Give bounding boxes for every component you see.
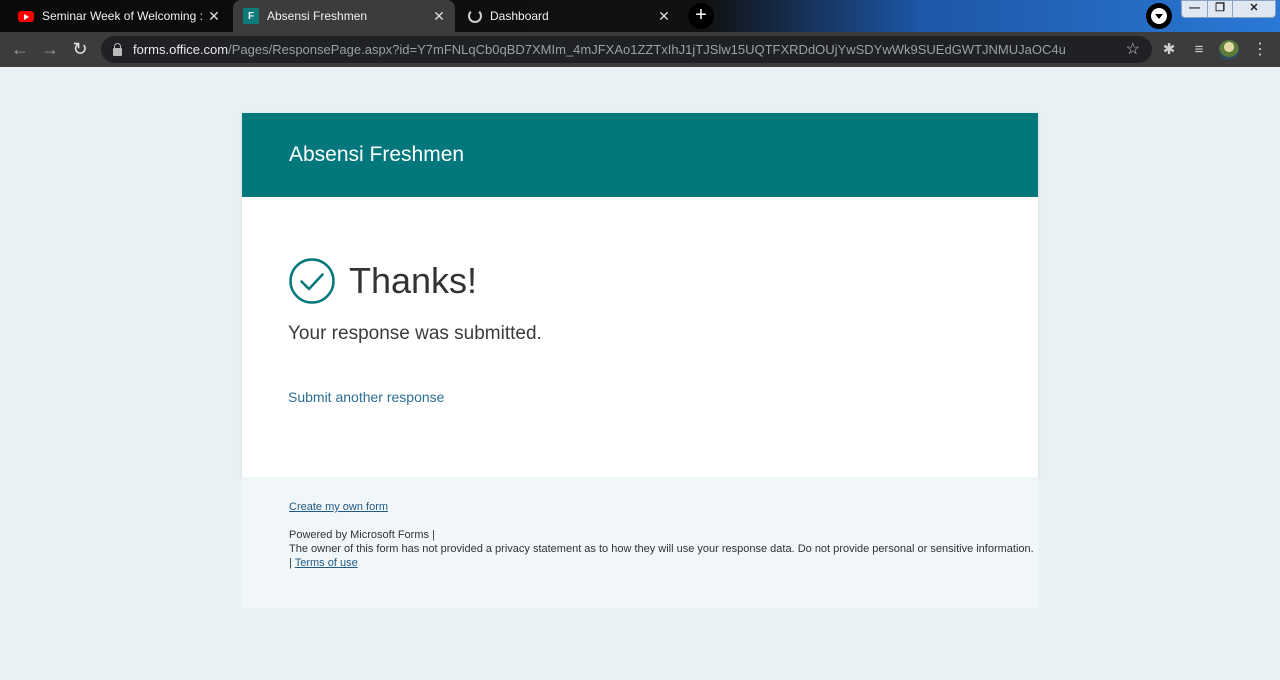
url-path: /Pages/ResponsePage.aspx?id=Y7mFNLqCb0qB…	[228, 42, 1066, 57]
form-title: Absensi Freshmen	[289, 143, 465, 166]
privacy-notice: The owner of this form has not provided …	[289, 543, 1034, 555]
window-restore-button[interactable]: ❐	[1207, 0, 1233, 18]
youtube-icon	[18, 10, 34, 22]
thanks-heading: Thanks!	[349, 260, 478, 301]
microsoft-forms-icon: F	[243, 8, 259, 24]
tab-close-icon[interactable]: ✕	[656, 8, 672, 25]
pipe-separator: |	[289, 557, 292, 569]
url-host: forms.office.com	[133, 42, 229, 57]
create-my-own-form-link[interactable]: Create my own form	[289, 501, 388, 513]
chevron-down-icon	[1151, 8, 1167, 24]
tab-search-button[interactable]	[1146, 3, 1172, 29]
back-arrow-icon[interactable]: ←	[8, 38, 32, 62]
tab-close-icon[interactable]: ✕	[431, 8, 447, 25]
profile-avatar[interactable]	[1219, 40, 1239, 60]
submission-confirmation: Your response was submitted.	[288, 323, 542, 344]
checkmark-circle-icon	[289, 258, 335, 304]
terms-row: | Terms of use	[289, 556, 1038, 570]
reload-icon[interactable]: ↻	[68, 38, 92, 62]
window-close-button[interactable]: ✕	[1232, 0, 1276, 18]
forward-arrow-icon[interactable]: →	[38, 38, 62, 62]
url-text[interactable]: forms.office.com/Pages/ResponsePage.aspx…	[133, 42, 1118, 57]
tab-dashboard[interactable]: Dashboard ✕	[458, 0, 680, 32]
form-footer: Create my own form Powered by Microsoft …	[242, 477, 1038, 608]
form-body: Thanks! Your response was submitted. Sub…	[242, 197, 1038, 407]
powered-by-text: Powered by Microsoft Forms |	[289, 529, 435, 541]
address-bar[interactable]: forms.office.com/Pages/ResponsePage.aspx…	[101, 36, 1152, 63]
form-header: Absensi Freshmen	[242, 113, 1038, 197]
tab-seminar-week[interactable]: Seminar Week of Welcoming : "U ✕	[8, 0, 230, 32]
bookmark-star-icon[interactable]: ☆	[1126, 39, 1140, 59]
more-menu-icon[interactable]: ⋮	[1250, 40, 1270, 60]
tab-label: Dashboard	[490, 9, 549, 23]
thanks-row: Thanks!	[288, 257, 1038, 305]
submit-another-response-link[interactable]: Submit another response	[288, 389, 444, 405]
media-control-icon[interactable]: ≡	[1189, 40, 1209, 60]
window-minimize-button[interactable]: —	[1181, 0, 1208, 18]
tab-label: Seminar Week of Welcoming : "U	[42, 9, 206, 23]
tab-close-icon[interactable]: ✕	[206, 8, 222, 25]
loading-spinner-icon	[468, 9, 482, 23]
new-tab-button[interactable]: +	[688, 3, 714, 29]
terms-of-use-link[interactable]: Terms of use	[295, 557, 358, 569]
tab-absensi-freshmen[interactable]: F Absensi Freshmen ✕	[233, 0, 455, 32]
browser-toolbar: ← → ↻ forms.office.com/Pages/ResponsePag…	[0, 32, 1280, 67]
browser-tab-strip: Seminar Week of Welcoming : "U ✕ F Absen…	[0, 0, 1280, 32]
tab-label: Absensi Freshmen	[267, 9, 368, 23]
lock-icon[interactable]	[113, 42, 122, 56]
extensions-puzzle-icon[interactable]: ✱	[1159, 40, 1179, 60]
form-card: Absensi Freshmen Thanks! Your response w…	[242, 113, 1038, 477]
